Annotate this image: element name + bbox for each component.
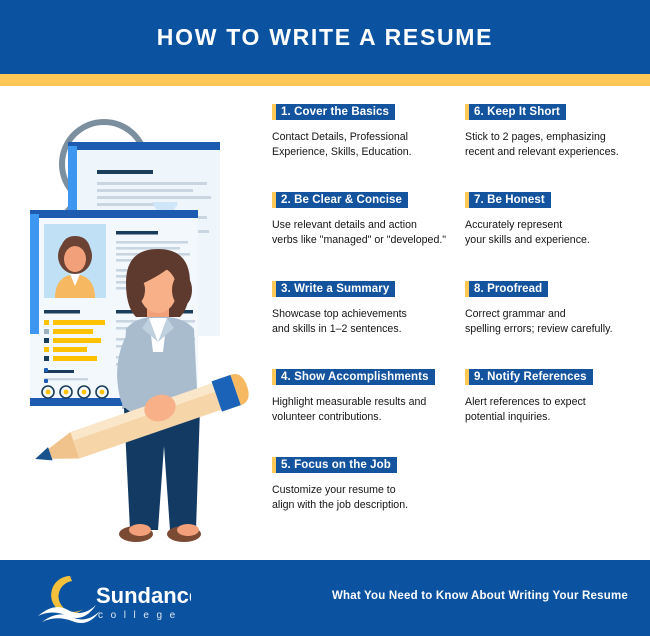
tip-heading-8: 8. Proofread xyxy=(465,281,549,297)
tip-item-6: 6. Keep It Short Stick to 2 pages, empha… xyxy=(465,104,619,160)
tip-body-9: Alert references to expect potential inq… xyxy=(465,396,586,423)
tip-title-3: 3. Write a Summary xyxy=(276,281,396,297)
sundance-college-logo[interactable]: Sundance c o l l e g e xyxy=(36,572,201,624)
tip-heading-1: 1. Cover the Basics xyxy=(272,104,396,120)
tip-heading-2: 2. Be Clear & Concise xyxy=(272,192,408,208)
tip-item-7: 7. Be Honest Accurately represent your s… xyxy=(465,192,590,248)
tip-body-1: Contact Details, Professional Experience… xyxy=(272,131,412,158)
tip-heading-9: 9. Notify References xyxy=(465,369,593,385)
tip-heading-7: 7. Be Honest xyxy=(465,192,551,208)
avatar xyxy=(44,224,106,298)
tips-container: 1. Cover the Basics Contact Details, Pro… xyxy=(265,86,650,560)
tip-body-6: Stick to 2 pages, emphasizing recent and… xyxy=(465,131,619,158)
tip-item-2: 2. Be Clear & Concise Use relevant detai… xyxy=(272,192,446,248)
tip-title-1: 1. Cover the Basics xyxy=(276,104,396,120)
tip-heading-6: 6. Keep It Short xyxy=(465,104,566,120)
tip-body-5: Customize your resume to align with the … xyxy=(272,484,409,511)
tip-body-2: Use relevant details and action verbs li… xyxy=(272,219,447,246)
logo-subtext: c o l l e g e xyxy=(98,610,178,621)
tip-item-8: 8. Proofread Correct grammar and spellin… xyxy=(465,281,613,337)
footer-tagline: What You Need to Know About Writing Your… xyxy=(331,590,628,602)
tip-body-3: Showcase top achievements and skills in … xyxy=(272,308,407,335)
resume-review-illustration xyxy=(0,86,265,560)
tip-body-7: Accurately represent your skills and exp… xyxy=(465,219,590,246)
tip-item-4: 4. Show Accomplishments Highlight measur… xyxy=(272,369,435,425)
tip-title-2: 2. Be Clear & Concise xyxy=(276,192,408,208)
logo-wordmark: Sundance xyxy=(96,583,191,608)
tip-heading-4: 4. Show Accomplishments xyxy=(272,369,435,385)
tip-title-8: 8. Proofread xyxy=(469,281,549,297)
footer-bar: Sundance c o l l e g e What You Need to … xyxy=(0,560,650,636)
header-accent-stripe xyxy=(0,74,650,86)
main-content: 1. Cover the Basics Contact Details, Pro… xyxy=(0,86,650,560)
tip-body-4: Highlight measurable results and volunte… xyxy=(272,396,427,423)
header-bar: How to Write a Resume xyxy=(0,0,650,74)
tip-title-9: 9. Notify References xyxy=(469,369,593,385)
page-title: How to Write a Resume xyxy=(156,23,494,50)
tip-title-6: 6. Keep It Short xyxy=(469,104,566,120)
tip-heading-5: 5. Focus on the Job xyxy=(272,457,397,473)
wave-icon xyxy=(38,605,100,624)
tip-item-5: 5. Focus on the Job Customize your resum… xyxy=(272,457,408,513)
tip-item-9: 9. Notify References Alert references to… xyxy=(465,369,593,425)
tip-title-7: 7. Be Honest xyxy=(469,192,551,208)
tip-item-1: 1. Cover the Basics Contact Details, Pro… xyxy=(272,104,412,160)
tip-heading-3: 3. Write a Summary xyxy=(272,281,396,297)
tip-title-4: 4. Show Accomplishments xyxy=(276,369,435,385)
tip-item-3: 3. Write a Summary Showcase top achievem… xyxy=(272,281,407,337)
tip-title-5: 5. Focus on the Job xyxy=(276,457,397,473)
tip-body-8: Correct grammar and spelling errors; rev… xyxy=(465,308,613,335)
